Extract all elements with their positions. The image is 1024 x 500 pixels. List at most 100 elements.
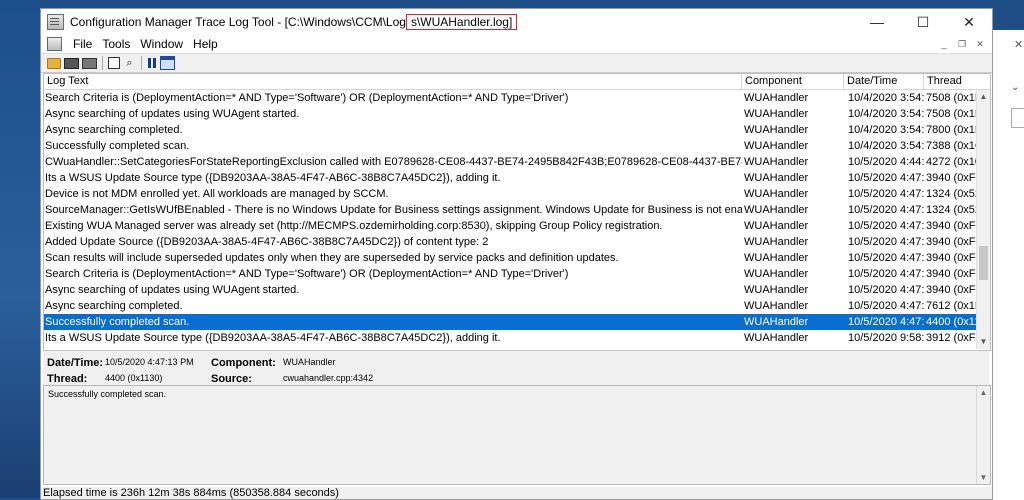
table-row[interactable]: Search Criteria is (DeploymentAction=* A… — [44, 266, 977, 282]
date-time-cell: 10/5/2020 4:47:0; — [848, 268, 924, 280]
thread-cell: 7612 (0x1D — [926, 300, 977, 312]
thread-cell: 7388 (0x1C — [926, 140, 977, 152]
thread-cell: 7508 (0x1D — [926, 92, 977, 104]
table-row[interactable]: Device is not MDM enrolled yet. All work… — [44, 186, 977, 202]
elapsed-time-text: Elapsed time is 236h 12m 38s 884ms (8503… — [43, 487, 339, 499]
component-cell: WUAHandler — [744, 220, 809, 232]
component-cell: WUAHandler — [744, 284, 809, 296]
thread-cell: 7800 (0x1E — [926, 124, 977, 136]
table-row[interactable]: CWuaHandler::SetCategoriesForStateReport… — [44, 154, 977, 170]
print-icon[interactable] — [64, 57, 79, 69]
source-value: cwuahandler.cpp:4342 — [283, 373, 374, 383]
mdi-close-button[interactable]: ✕ — [972, 37, 988, 51]
grid-header: Log Text Component Date/Time Thread — [44, 74, 990, 90]
background-window: ✕ ⌄ — [992, 30, 1024, 500]
log-text-cell: Its a WSUS Update Source type ({DB9203AA… — [45, 332, 501, 344]
title-highlight: s\WUAHandler.log] — [405, 14, 518, 30]
scroll-down-icon[interactable]: ▼ — [977, 473, 990, 482]
menu-bar: File Tools Window Help _ ❐ ✕ — [41, 35, 992, 53]
scroll-up-icon[interactable]: ▲ — [977, 388, 990, 397]
scroll-down-icon[interactable]: ▼ — [977, 335, 990, 349]
table-row[interactable]: Its a WSUS Update Source type ({DB9203AA… — [44, 330, 977, 346]
log-scrollbar[interactable]: ▲ ▼ — [976, 90, 990, 349]
thread-cell: 3940 (0xF6 — [926, 268, 977, 280]
thread-value: 4400 (0x1130) — [105, 373, 163, 383]
menu-window[interactable]: Window — [135, 37, 188, 51]
log-text-cell: Search Criteria is (DeploymentAction=* A… — [45, 92, 569, 104]
details-panel: Date/Time: 10/5/2020 4:47:13 PM Componen… — [43, 351, 989, 385]
copy-icon[interactable] — [108, 57, 120, 69]
date-time-cell: 10/5/2020 4:47:0; — [848, 220, 924, 232]
chevron-down-icon[interactable]: ⌄ — [1011, 82, 1019, 93]
column-date-time[interactable]: Date/Time — [844, 74, 924, 89]
table-row[interactable]: Its a WSUS Update Source type ({DB9203AA… — [44, 170, 977, 186]
table-row[interactable]: Search Criteria is (DeploymentAction=* A… — [44, 90, 977, 106]
message-scrollbar[interactable]: ▲ ▼ — [976, 386, 990, 484]
table-row[interactable]: SourceManager::GetIsWUfBEnabled - There … — [44, 202, 977, 218]
date-time-cell: 10/4/2020 3:54:5( — [848, 108, 924, 120]
thread-cell: 7508 (0x1D — [926, 108, 977, 120]
status-bar: Elapsed time is 236h 12m 38s 884ms (8503… — [41, 487, 992, 499]
close-icon[interactable]: ✕ — [1014, 38, 1023, 51]
message-box[interactable]: Successfully completed scan. ▲ ▼ — [43, 385, 991, 485]
log-text-cell: Successfully completed scan. — [45, 316, 190, 328]
thread-cell: 4400 (0x11 — [926, 316, 977, 328]
component-cell: WUAHandler — [744, 140, 809, 152]
table-row[interactable]: Scan results will include superseded upd… — [44, 250, 977, 266]
menu-file[interactable]: File — [68, 37, 97, 51]
thread-cell: 1324 (0x52 — [926, 188, 977, 200]
toolbar-separator — [141, 56, 142, 70]
find-icon[interactable]: ⌕ — [123, 57, 136, 69]
log-text-cell: Successfully completed scan. — [45, 140, 190, 152]
date-time-cell: 10/5/2020 4:47:0; — [848, 172, 924, 184]
log-text-cell: Device is not MDM enrolled yet. All work… — [45, 188, 389, 200]
table-row[interactable]: Added Update Source ({DB9203AA-38A5-4F47… — [44, 234, 977, 250]
table-row[interactable]: Async searching completed. WUAHandler 10/5… — [44, 298, 977, 314]
open-icon[interactable] — [47, 57, 61, 69]
maximize-button[interactable]: ☐ — [900, 9, 946, 35]
table-row[interactable]: Async searching of updates using WUAgent… — [44, 282, 977, 298]
print-preview-icon[interactable] — [82, 57, 97, 69]
log-text-cell: Its a WSUS Update Source type ({DB9203AA… — [45, 172, 501, 184]
menu-help[interactable]: Help — [188, 37, 223, 51]
date-time-cell: 10/5/2020 4:44:4; — [848, 156, 924, 168]
date-time-cell: 10/4/2020 3:54:5( — [848, 124, 924, 136]
component-cell: WUAHandler — [744, 108, 809, 120]
datetime-value: 10/5/2020 4:47:13 PM — [105, 357, 194, 367]
component-cell: WUAHandler — [744, 332, 809, 344]
component-cell: WUAHandler — [744, 268, 809, 280]
source-label: Source: — [211, 373, 252, 385]
log-text-cell: Scan results will include superseded upd… — [45, 252, 619, 264]
menu-tools[interactable]: Tools — [97, 37, 135, 51]
background-input[interactable] — [1011, 108, 1024, 128]
column-log-text[interactable]: Log Text — [44, 74, 742, 89]
scroll-up-icon[interactable]: ▲ — [977, 90, 990, 104]
date-time-cell: 10/5/2020 4:47:1; — [848, 300, 924, 312]
table-row[interactable]: Async searching of updates using WUAgent… — [44, 106, 977, 122]
document-icon[interactable] — [47, 37, 62, 51]
log-grid[interactable]: Log Text Component Date/Time Thread Sear… — [43, 73, 991, 351]
title-bar[interactable]: Configuration Manager Trace Log Tool - [… — [41, 9, 992, 35]
table-row[interactable]: Successfully completed scan. WUAHandler 10… — [44, 138, 977, 154]
mdi-restore-button[interactable]: ❐ — [954, 37, 970, 51]
component-cell: WUAHandler — [744, 124, 809, 136]
table-row[interactable]: Existing WUA Managed server was already … — [44, 218, 977, 234]
thread-cell: 3940 (0xF6 — [926, 220, 977, 232]
component-cell: WUAHandler — [744, 172, 809, 184]
scroll-thumb[interactable] — [979, 246, 988, 280]
minimize-button[interactable]: — — [854, 9, 900, 35]
log-text-cell: Async searching of updates using WUAgent… — [45, 284, 300, 296]
datetime-label: Date/Time: — [47, 357, 104, 369]
column-thread[interactable]: Thread — [924, 74, 977, 89]
column-component[interactable]: Component — [742, 74, 844, 89]
close-button[interactable]: ✕ — [946, 9, 992, 35]
thread-label: Thread: — [47, 373, 88, 385]
table-row-selected[interactable]: Successfully completed scan. WUAHandler 10… — [44, 314, 977, 330]
mdi-minimize-button[interactable]: _ — [936, 37, 952, 51]
pause-icon[interactable] — [147, 57, 157, 69]
view-icon[interactable] — [160, 56, 175, 70]
log-text-cell: Existing WUA Managed server was already … — [45, 220, 663, 232]
component-cell: WUAHandler — [744, 236, 809, 248]
table-row[interactable]: Async searching completed. WUAHandler 10/4… — [44, 122, 977, 138]
log-rows: Search Criteria is (DeploymentAction=* A… — [44, 90, 977, 346]
